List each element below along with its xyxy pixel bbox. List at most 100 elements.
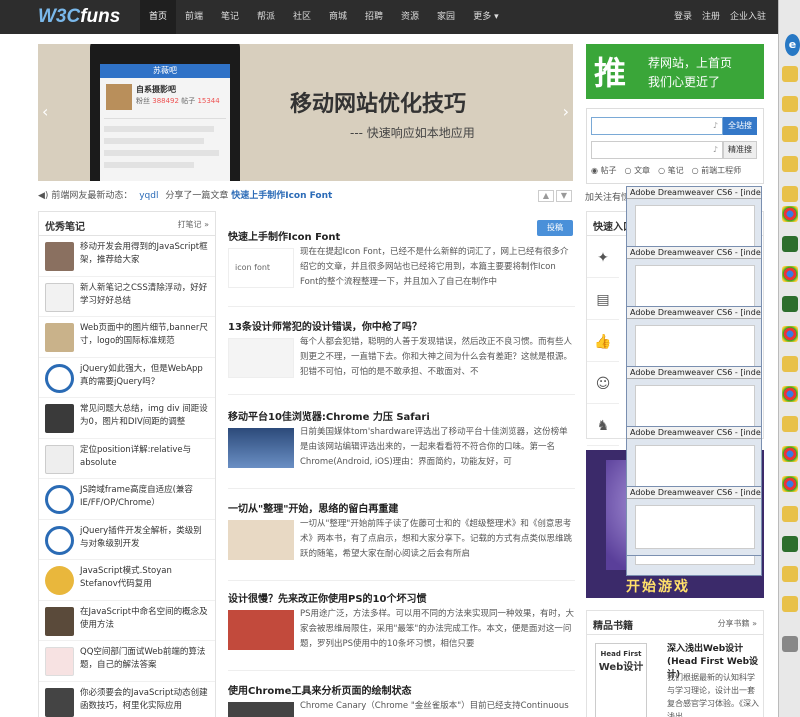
ticker-link[interactable]: 快速上手制作Icon Font bbox=[231, 191, 332, 201]
recommend-ad[interactable]: 推 荐网站，上首页 我们心更近了 bbox=[586, 44, 764, 99]
folder-icon[interactable] bbox=[782, 66, 798, 82]
book-cover[interactable]: Head First Web设计 bbox=[595, 643, 647, 717]
article-item[interactable]: 13条设计师常犯的设计错误，你中枪了吗？ 每个人都会犯错，聪明的人善于发现错误，… bbox=[228, 318, 575, 404]
microphone-icon[interactable]: ♪ bbox=[713, 121, 718, 130]
nav-shop[interactable]: 商城 bbox=[320, 0, 356, 34]
article-title[interactable]: 设计很慢？先来改正你使用PS的10个坏习惯 bbox=[228, 590, 426, 605]
article-item[interactable]: 移动平台10佳浏览器:Chrome 力压 Safari 日前美国媒体tom'sh… bbox=[228, 408, 575, 494]
list-item[interactable]: 常见问题大总结，img div 间距设为0，图片和DIV间距的调整 bbox=[39, 398, 215, 439]
list-item[interactable]: 在JavaScript中命名空间的概念及使用方法 bbox=[39, 601, 215, 641]
taskbar bbox=[778, 0, 800, 717]
precise-search-button[interactable]: 精准搜 bbox=[723, 141, 757, 159]
article-title[interactable]: 一切从"整理"开始，思络的留白再重建 bbox=[228, 500, 398, 515]
ad-line2: 我们心更近了 bbox=[648, 75, 721, 89]
nav-resources[interactable]: 资源 bbox=[392, 0, 428, 34]
article-desc: PS用途广泛，方法多样。可以用不同的方法来实现同一种效果，有时，大家会被思维局限… bbox=[300, 609, 575, 649]
dreamweaver-window[interactable]: Adobe Dreamweaver CS6 - [index.html] bbox=[626, 486, 762, 556]
chrome-icon[interactable] bbox=[782, 446, 798, 462]
list-item[interactable]: JavaScript模式.Stoyan Stefanov代码复用 bbox=[39, 560, 215, 601]
chrome-icon[interactable] bbox=[782, 266, 798, 282]
slider-next-icon[interactable]: › bbox=[563, 102, 569, 121]
folder-icon[interactable] bbox=[782, 356, 798, 372]
list-item[interactable]: QQ空间部门面试Web前端的算法题，自己的解法答案 bbox=[39, 641, 215, 682]
folder-icon[interactable] bbox=[782, 596, 798, 612]
folder-icon[interactable] bbox=[782, 156, 798, 172]
ticker-arrows: ▲ ▼ bbox=[538, 190, 572, 202]
folder-icon[interactable] bbox=[782, 416, 798, 432]
ticker-user[interactable]: yqdl bbox=[139, 191, 158, 201]
folder-icon[interactable] bbox=[782, 506, 798, 522]
list-item[interactable]: Web页面中的图片细节,banner尺寸，logo的国际标准规范 bbox=[39, 317, 215, 358]
article-title[interactable]: 使用Chrome工具来分析页面的绘制状态 bbox=[228, 682, 411, 697]
quick-entry-item[interactable]: ▤ bbox=[587, 280, 619, 320]
folder-icon[interactable] bbox=[782, 186, 798, 202]
list-item[interactable]: 移动开发会用得到的JavaScript框架，推荐给大家 bbox=[39, 236, 215, 277]
dreamweaver-icon[interactable] bbox=[782, 236, 798, 252]
article-item[interactable]: 一切从"整理"开始，思络的留白再重建 一切从"整理"开始前阵子读了佐藤可士和的《… bbox=[228, 500, 575, 586]
dreamweaver-icon[interactable] bbox=[782, 296, 798, 312]
notes-panel: 优秀笔记 打笔记 » 移动开发会用得到的JavaScript框架，推荐给大家 新… bbox=[38, 211, 216, 717]
article-title[interactable]: 移动平台10佳浏览器:Chrome 力压 Safari bbox=[228, 408, 430, 423]
folder-icon[interactable] bbox=[782, 566, 798, 582]
slider-prev-icon[interactable]: ‹ bbox=[42, 102, 48, 121]
start-game-text[interactable]: 开始游戏 bbox=[626, 576, 690, 596]
microphone-icon[interactable]: ♪ bbox=[713, 145, 718, 154]
ticker-up-icon[interactable]: ▲ bbox=[538, 190, 554, 202]
site-search-button[interactable]: 全站搜 bbox=[723, 117, 757, 135]
chrome-icon[interactable] bbox=[782, 386, 798, 402]
list-item[interactable]: 新人新笔记之CSS清除浮动，好好学习好好总结 bbox=[39, 277, 215, 317]
nav-community[interactable]: 社区 bbox=[284, 0, 320, 34]
nav-more[interactable]: 更多 ▾ bbox=[464, 0, 508, 34]
submit-article-button[interactable]: 投稿 bbox=[537, 220, 573, 236]
article-title[interactable]: 快速上手制作Icon Font bbox=[228, 228, 340, 243]
list-item[interactable]: jQuery插件开发全解析，类级别与对象级别开发 bbox=[39, 520, 215, 560]
radio-posts[interactable]: ◉ 帖子 bbox=[591, 165, 617, 176]
speaker-icon[interactable] bbox=[782, 636, 798, 652]
radio-articles[interactable]: ○ 文章 bbox=[625, 165, 651, 176]
company-join-link[interactable]: 企业入驻 bbox=[730, 0, 766, 34]
folder-icon[interactable] bbox=[782, 96, 798, 112]
note-thumb bbox=[45, 323, 74, 352]
radio-engineers[interactable]: ○ 前端工程师 bbox=[692, 165, 742, 176]
article-title[interactable]: 13条设计师常犯的设计错误，你中枪了吗？ bbox=[228, 318, 422, 333]
hero-slider[interactable]: 苏薇吧 自系摄影吧 粉丝 388492 帖子 15344 移动网站优化技巧 --… bbox=[38, 44, 573, 181]
ticker-down-icon[interactable]: ▼ bbox=[556, 190, 572, 202]
search-panel: ♪ 全站搜 ♪ 精准搜 ◉ 帖子 ○ 文章 ○ 笔记 ○ 前端工程师 bbox=[586, 108, 764, 184]
list-item[interactable]: 定位position详解:relative与absolute bbox=[39, 439, 215, 479]
precise-search-input[interactable]: ♪ bbox=[591, 141, 723, 159]
nav-account: 登录 注册 企业入驻 bbox=[674, 0, 766, 34]
nav-groups[interactable]: 帮派 bbox=[248, 0, 284, 34]
chrome-icon[interactable] bbox=[782, 326, 798, 342]
article-item[interactable]: 设计很慢？先来改正你使用PS的10个坏习惯 PS用途广泛，方法多样。可以用不同的… bbox=[228, 590, 575, 676]
nav-frontend[interactable]: 前端 bbox=[176, 0, 212, 34]
ad-big-char: 推 bbox=[594, 54, 627, 92]
search-input[interactable]: ♪ bbox=[591, 117, 723, 135]
site-logo[interactable]: W3Cfuns bbox=[38, 6, 120, 28]
chrome-icon[interactable] bbox=[782, 476, 798, 492]
list-item[interactable]: jQuery如此强大，但是WebApp真的需要jQuery吗？ bbox=[39, 358, 215, 398]
nav-home-space[interactable]: 家园 bbox=[428, 0, 464, 34]
note-thumb bbox=[45, 282, 74, 312]
article-item[interactable]: 使用Chrome工具来分析页面的绘制状态 Chrome Canary（Chrom… bbox=[228, 682, 575, 717]
nav-jobs[interactable]: 招聘 bbox=[356, 0, 392, 34]
article-item[interactable]: 快速上手制作Icon Font icon font 现在在提起Icon Font… bbox=[228, 228, 575, 308]
folder-icon[interactable] bbox=[782, 126, 798, 142]
write-note-link[interactable]: 打笔记 » bbox=[178, 219, 209, 230]
list-item[interactable]: 你必须要会的JavaScript动态创建函数技巧，柯里化实际应用 bbox=[39, 682, 215, 717]
register-link[interactable]: 注册 bbox=[702, 0, 720, 34]
quick-entry-item[interactable]: ♞ bbox=[587, 406, 619, 446]
radio-notes[interactable]: ○ 笔记 bbox=[658, 165, 684, 176]
quick-entry-item[interactable]: ✦ bbox=[587, 238, 619, 278]
quick-entry-item[interactable]: 👍 bbox=[587, 322, 619, 362]
share-book-link[interactable]: 分享书籍 » bbox=[718, 618, 757, 629]
login-link[interactable]: 登录 bbox=[674, 0, 692, 34]
browser-icon[interactable]: e bbox=[785, 34, 800, 56]
list-item[interactable]: JS跨域frame高度自适应(兼容IE/FF/OP/Chrome） bbox=[39, 479, 215, 520]
dreamweaver-icon[interactable] bbox=[782, 536, 798, 552]
chrome-icon[interactable] bbox=[782, 206, 798, 222]
nav-home[interactable]: 首页 bbox=[140, 0, 176, 34]
phone-app-title: 苏薇吧 bbox=[100, 64, 230, 78]
books-header: 精品书籍 分享书籍 » bbox=[587, 611, 763, 635]
quick-entry-item[interactable]: ☺ bbox=[587, 364, 619, 404]
nav-notes[interactable]: 笔记 bbox=[212, 0, 248, 34]
